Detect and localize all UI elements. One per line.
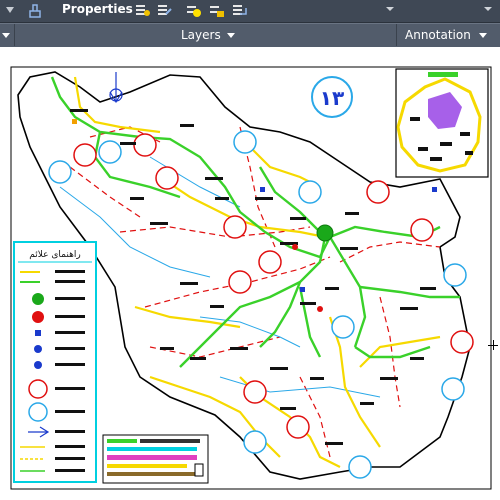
panel-separator [14,24,15,46]
sheet-number: ۱۳ [320,86,344,110]
layer-lock-icon[interactable] [208,2,225,19]
ribbon-toolbar-row: Properties [0,0,500,23]
layer-freeze-icon[interactable] [185,2,202,19]
left-panel-arrow-icon[interactable] [3,3,20,20]
legend-title: راهنمای علائم [29,250,80,260]
properties-label[interactable]: Properties [62,2,133,16]
dropdown-arrow-icon[interactable] [384,2,401,19]
annotation-expand-icon[interactable] [478,32,488,40]
match-properties-icon[interactable] [26,2,43,19]
layer-previous-icon[interactable] [231,2,248,19]
crosshair-cursor [493,340,494,350]
layers-panel-title[interactable]: Layers [181,28,221,42]
panel-expand-icon[interactable] [1,32,11,40]
layers-expand-icon[interactable] [226,32,236,40]
inset-title-bar [428,72,458,77]
layer-match-icon[interactable] [156,2,173,19]
drawing-area[interactable]: ۱۳ راهنمای علائم [0,47,500,500]
ribbon: Properties Layers Annotation [0,0,500,48]
map-drawing: ۱۳ راهنمای علائم [10,66,492,490]
dropdown-arrow-icon[interactable] [482,2,499,19]
ribbon-panel-titles: Layers Annotation [0,23,500,48]
panel-separator [396,24,397,46]
layer-state-icon[interactable] [134,2,151,19]
county-center-marker [316,224,334,242]
annotation-panel-title[interactable]: Annotation [405,28,471,42]
